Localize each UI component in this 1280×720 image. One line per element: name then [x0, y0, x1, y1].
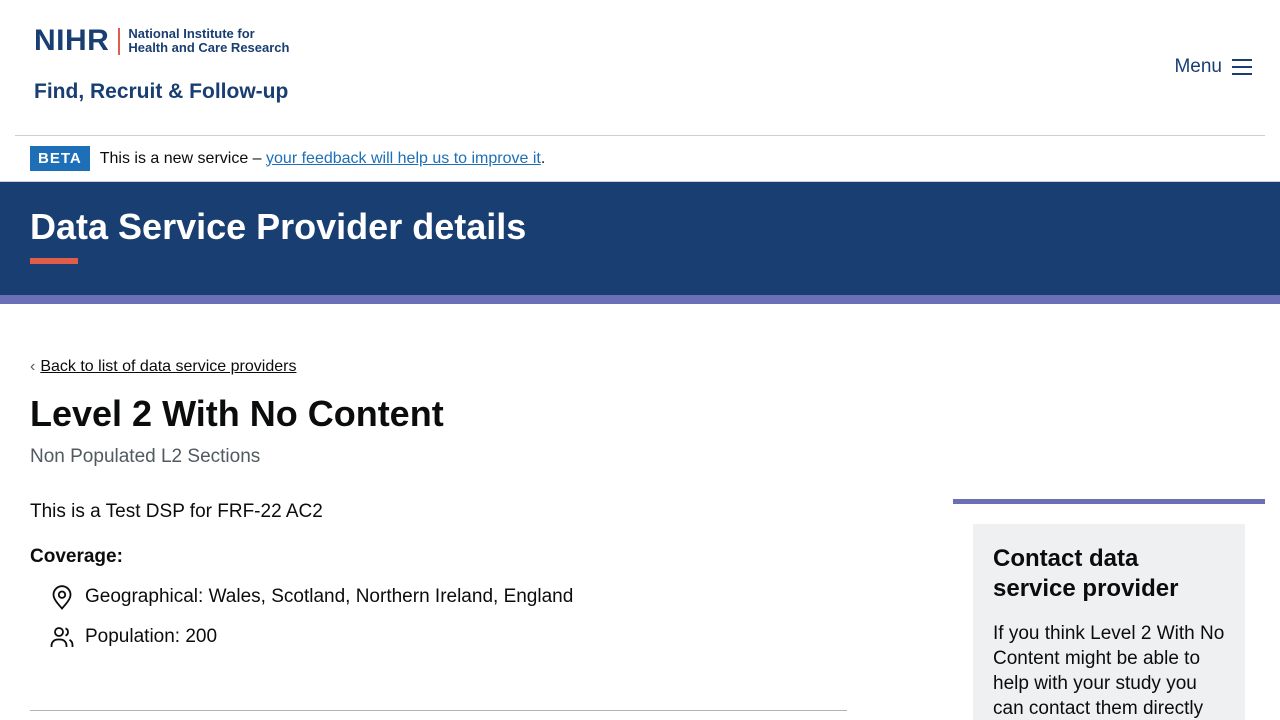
logo-institute-name: National Institute for Health and Care R… [128, 27, 289, 55]
dsp-description: This is a Test DSP for FRF-22 AC2 [30, 501, 323, 522]
page-title: Level 2 With No Content [30, 393, 444, 434]
map-pin-icon [52, 585, 72, 610]
coverage-geographical: Geographical: Wales, Scotland, Northern … [50, 584, 573, 610]
sidebar-top-border [953, 499, 1265, 504]
hero-accent-bar [30, 258, 78, 264]
beta-text: This is a new service – [99, 149, 262, 167]
hero-bottom-band [0, 295, 1280, 304]
page-subtitle: Non Populated L2 Sections [30, 446, 261, 467]
back-link[interactable]: ‹ Back to list of data service providers [30, 358, 296, 376]
contact-heading: Contact data service provider [993, 545, 1179, 602]
beta-tag: BETA [30, 146, 90, 171]
nihr-logo[interactable]: NIHR National Institute for Health and C… [34, 26, 289, 56]
logo-line-2: Health and Care Research [128, 40, 290, 55]
beta-banner: BETA This is a new service – your feedba… [30, 146, 545, 171]
coverage-population: Population: 200 [50, 625, 217, 649]
header-divider [15, 135, 1265, 136]
site-header: NIHR National Institute for Health and C… [0, 0, 1280, 136]
menu-button[interactable]: Menu [1174, 56, 1252, 78]
hamburger-icon [1232, 59, 1252, 75]
contact-panel: Contact data service provider If you thi… [973, 524, 1245, 720]
beta-suffix: . [540, 149, 546, 167]
chevron-left-icon: ‹ [30, 358, 36, 375]
menu-label: Menu [1174, 56, 1222, 77]
hero-title: Data Service Provider details [30, 206, 527, 247]
contact-body: If you think Level 2 With No Content mig… [993, 623, 1225, 719]
page-hero: Data Service Provider details [0, 182, 1280, 295]
logo-divider [118, 27, 121, 55]
coverage-population-text: Population: 200 [85, 626, 218, 647]
logo-line-1: National Institute for [128, 26, 255, 41]
feedback-link[interactable]: your feedback will help us to improve it [266, 150, 541, 168]
coverage-geographical-text: Geographical: Wales, Scotland, Northern … [85, 586, 574, 607]
product-name[interactable]: Find, Recruit & Follow-up [34, 80, 288, 104]
people-icon [50, 627, 74, 647]
logo-acronym: NIHR [34, 24, 110, 57]
section-divider [30, 710, 847, 711]
back-link-text[interactable]: Back to list of data service providers [40, 358, 296, 376]
coverage-label: Coverage: [30, 546, 123, 567]
